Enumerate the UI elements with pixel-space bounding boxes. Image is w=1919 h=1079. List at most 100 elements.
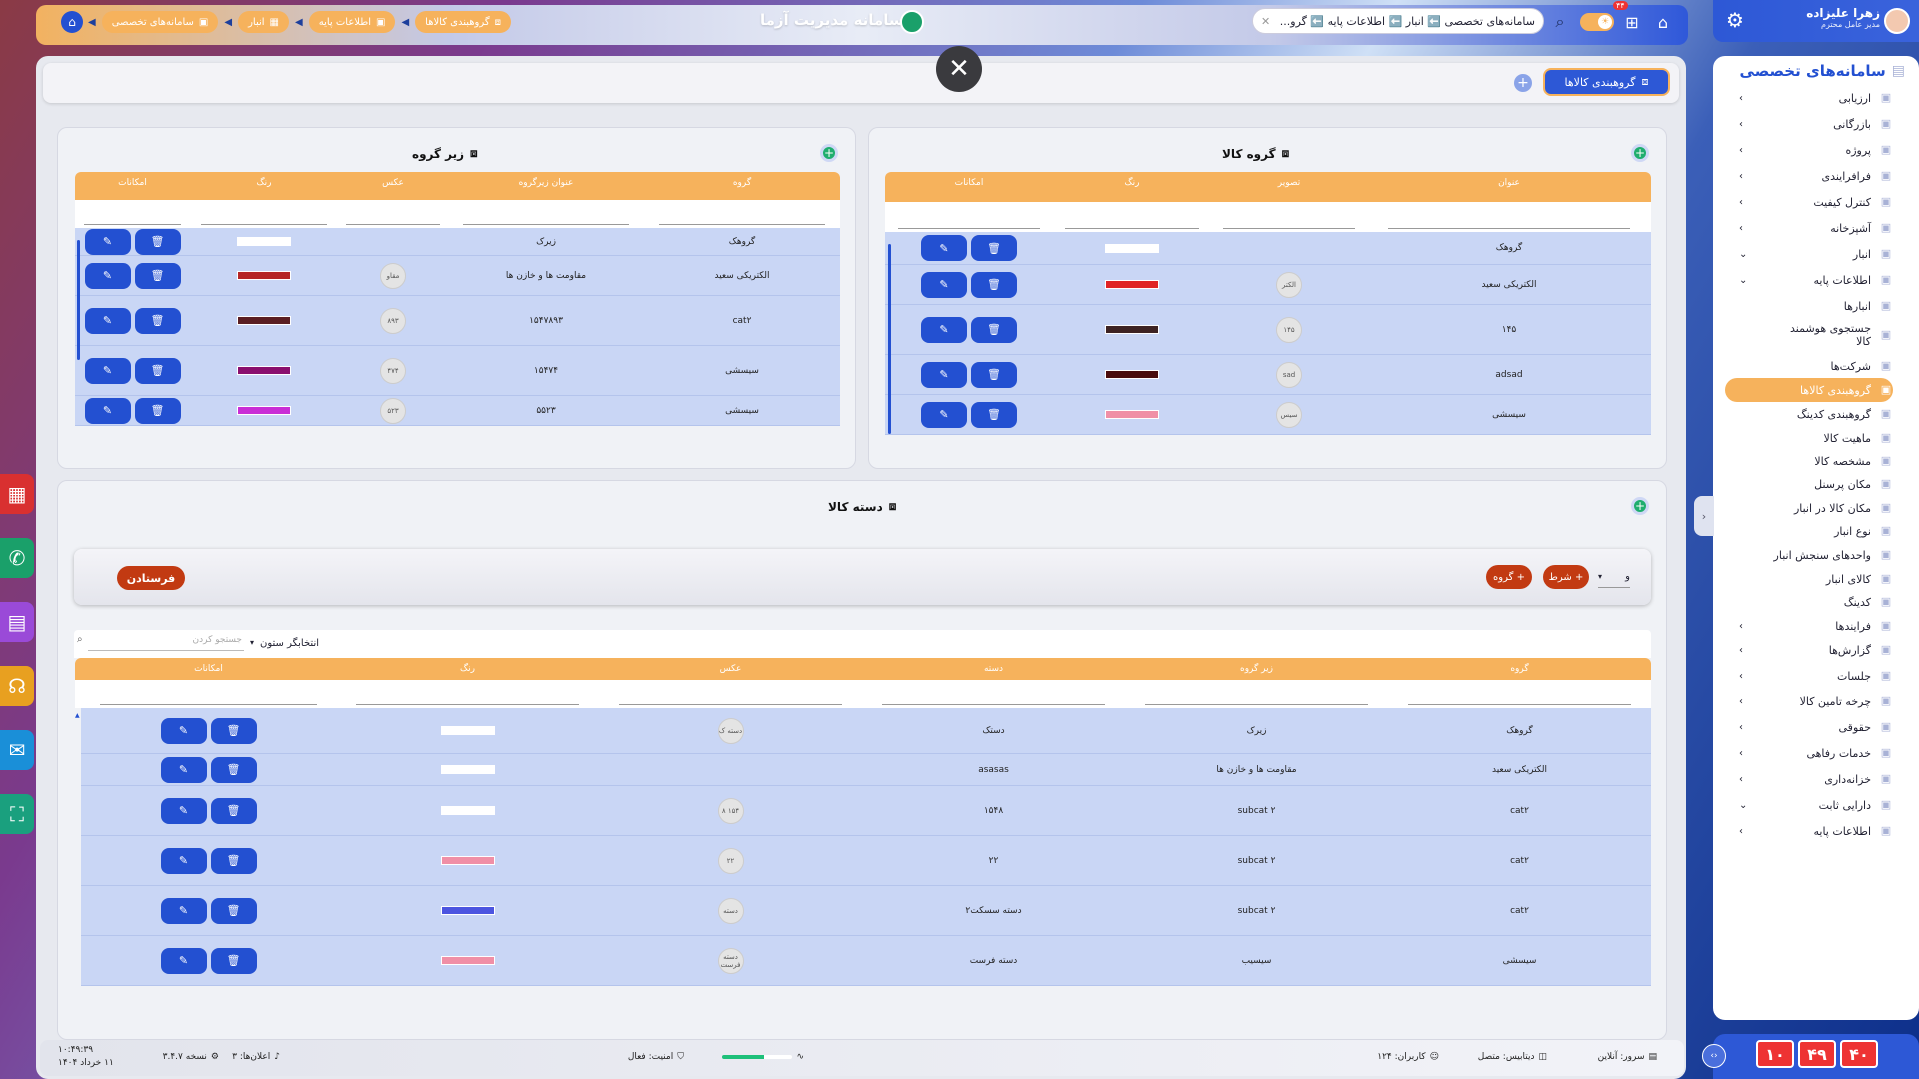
sidebar-item[interactable]: دارایی ثابت ▣ ⌄ [1725, 793, 1893, 817]
edit-button[interactable]: ✎ [84, 262, 131, 289]
column-header[interactable]: زیر گروه [1125, 658, 1388, 680]
table-row[interactable]: cat۲ ۱۵۴۷۸۹۳ ۸۹۳ ✎ 🗑 [75, 296, 840, 346]
column-header[interactable]: عنوان [1367, 172, 1651, 202]
edit-button[interactable]: ✎ [84, 397, 131, 424]
home-icon[interactable]: ⌂ [1651, 10, 1675, 34]
edit-button[interactable]: ✎ [160, 947, 207, 974]
sidebar-item[interactable]: انبارها ▣ [1725, 294, 1893, 318]
table-row[interactable]: الکتریکی سعید مقاومت ها و خازن ها مقاو ✎ 🗑 [75, 256, 840, 296]
edit-button[interactable]: ✎ [921, 361, 967, 388]
column-header[interactable]: عکس [599, 658, 862, 680]
delete-button[interactable]: 🗑 [134, 262, 181, 289]
edit-button[interactable]: ✎ [84, 228, 131, 255]
delete-button[interactable]: 🗑 [971, 316, 1017, 343]
edit-button[interactable]: ✎ [84, 307, 131, 334]
sidebar-item[interactable]: اطلاعات پایه ▣ ⌄ [1725, 268, 1893, 292]
sidebar-item[interactable]: گروهبندی کدینگ ▣ [1725, 402, 1893, 426]
delete-button[interactable]: 🗑 [210, 897, 257, 924]
add-category-button[interactable]: + [1631, 497, 1649, 515]
sidebar-item[interactable]: اطلاعات پایه ▣ ‹ [1725, 819, 1893, 843]
calendar-icon[interactable]: ▦ [0, 474, 34, 514]
sidebar-item[interactable]: شرکت‌ها ▣ [1725, 354, 1893, 378]
delete-button[interactable]: 🗑 [971, 235, 1017, 261]
column-header[interactable]: رنگ [1053, 172, 1211, 202]
column-filter[interactable] [1053, 202, 1211, 232]
table-row[interactable]: الکتریکی سعید الکتر ✎ 🗑 [885, 265, 1651, 305]
column-header[interactable]: تصویر [1211, 172, 1367, 202]
table-row[interactable]: سیسشی ۵۵۲۳ ۵۲۳ ✎ 🗑 [75, 396, 840, 426]
logic-select[interactable]: ▾ و [1598, 566, 1630, 588]
edit-button[interactable]: ✎ [921, 401, 967, 428]
delete-button[interactable]: 🗑 [134, 228, 181, 255]
edit-button[interactable]: ✎ [921, 235, 967, 261]
sidebar-item[interactable]: نوع انبار ▣ [1725, 519, 1893, 543]
delete-button[interactable]: 🗑 [210, 847, 257, 874]
add-group-button[interactable]: + [1631, 144, 1649, 162]
column-filter[interactable] [599, 680, 862, 708]
edit-button[interactable]: ✎ [84, 357, 131, 384]
headset-icon[interactable]: ☊ [0, 666, 34, 706]
table-row[interactable]: ۱۴۵ ۱۴۵ ✎ 🗑 [885, 305, 1651, 355]
edit-button[interactable]: ✎ [160, 897, 207, 924]
clear-icon[interactable]: ✕ [1261, 15, 1270, 28]
column-filter[interactable] [1367, 202, 1651, 232]
column-filter[interactable] [1125, 680, 1388, 708]
table-row[interactable]: cat۲ subcat ۲ دسته سسکت۲ دسته ✎ 🗑 [81, 886, 1651, 936]
table-row[interactable]: گروهک زیرک دستک دسته ک ✎ 🗑 [81, 708, 1651, 754]
edit-button[interactable]: ✎ [160, 797, 207, 824]
delete-button[interactable]: 🗑 [134, 397, 181, 424]
table-row[interactable]: سیسشی سیسیب دسته فرست دسته فرست ✎ 🗑 [81, 936, 1651, 986]
expand-toggle[interactable]: ‹› [1702, 1044, 1726, 1068]
column-filter[interactable] [336, 680, 599, 708]
sidebar-item[interactable]: جلسات ▣ ‹ [1725, 664, 1893, 688]
sidebar-item[interactable]: گزارش‌ها ▣ ‹ [1725, 638, 1893, 662]
breadcrumb-item-current[interactable]: ⧈ گروهبندی کالاها [415, 11, 512, 33]
phone-icon[interactable]: ✆ [0, 538, 34, 578]
delete-button[interactable]: 🗑 [134, 307, 181, 334]
sidebar-item[interactable]: فرافرایندی ▣ ‹ [1725, 164, 1893, 188]
tab-goods-grouping[interactable]: ⧈ گروهبندی کالاها [1543, 68, 1670, 96]
delete-button[interactable]: 🗑 [210, 947, 257, 974]
column-filter[interactable] [1211, 202, 1367, 232]
table-row[interactable]: سیسشی ۱۵۴۷۴ ۴۷۴ ✎ 🗑 [75, 346, 840, 396]
add-tab-button[interactable]: + [1514, 74, 1532, 92]
add-condition-button[interactable]: + شرط [1543, 565, 1589, 589]
sidebar-collapse-button[interactable]: › [1694, 496, 1714, 536]
add-group-rule-button[interactable]: + گروه [1486, 565, 1532, 589]
table-row[interactable]: سیسشی سیس ✎ 🗑 [885, 395, 1651, 435]
sidebar-item[interactable]: مکان پرسنل ▣ [1725, 472, 1893, 496]
column-filter[interactable] [338, 200, 448, 228]
search-zoom-icon[interactable]: ⌕ [1548, 10, 1572, 34]
sidebar-item[interactable]: گروهبندی کالاها ▣ [1725, 378, 1893, 402]
column-filter[interactable] [1388, 680, 1651, 708]
edit-button[interactable]: ✎ [160, 756, 207, 783]
scrollbar[interactable] [77, 240, 80, 360]
column-filter[interactable] [862, 680, 1125, 708]
column-filter[interactable] [448, 200, 644, 228]
column-header[interactable]: امکانات [81, 658, 336, 680]
scroll-up-icon[interactable]: ▲ [75, 712, 80, 719]
search-input[interactable]: سامانه‌های تخصصی ⬅️ انبار ⬅️ اطلاعات پای… [1252, 8, 1544, 34]
edit-button[interactable]: ✎ [921, 316, 967, 343]
chat-icon[interactable]: ✉ [0, 730, 34, 770]
delete-button[interactable]: 🗑 [210, 756, 257, 783]
sidebar-item[interactable]: بازرگانی ▣ ‹ [1725, 112, 1893, 136]
sidebar-item[interactable]: مکان کالا در انبار ▣ [1725, 496, 1893, 520]
delete-button[interactable]: 🗑 [971, 401, 1017, 428]
breadcrumb-item[interactable]: ▦ انبار [238, 11, 289, 33]
column-header[interactable]: عنوان زیرگروه [448, 172, 644, 200]
table-search-input[interactable]: جستجو کردن [88, 635, 244, 651]
breadcrumb-item[interactable]: ▣ سامانه‌های تخصصی [101, 11, 219, 33]
sidebar-item[interactable]: ماهیت کالا ▣ [1725, 426, 1893, 450]
edit-button[interactable]: ✎ [160, 717, 207, 744]
delete-button[interactable]: 🗑 [210, 717, 257, 744]
home-breadcrumb-button[interactable]: ⌂ [61, 11, 83, 33]
sidebar-item[interactable]: آشپزخانه ▣ ‹ [1725, 216, 1893, 240]
column-header[interactable]: رنگ [190, 172, 338, 200]
send-button[interactable]: فرستادن [117, 566, 185, 590]
table-row[interactable]: گروهک ✎ 🗑 [885, 232, 1651, 265]
screenshot-icon[interactable]: ⛶ [0, 794, 34, 834]
column-picker[interactable]: ▾ انتخابگر ستون [250, 638, 319, 649]
table-row[interactable]: گروهک زیرک ✎ 🗑 [75, 228, 840, 256]
column-header[interactable]: امکانات [75, 172, 190, 200]
